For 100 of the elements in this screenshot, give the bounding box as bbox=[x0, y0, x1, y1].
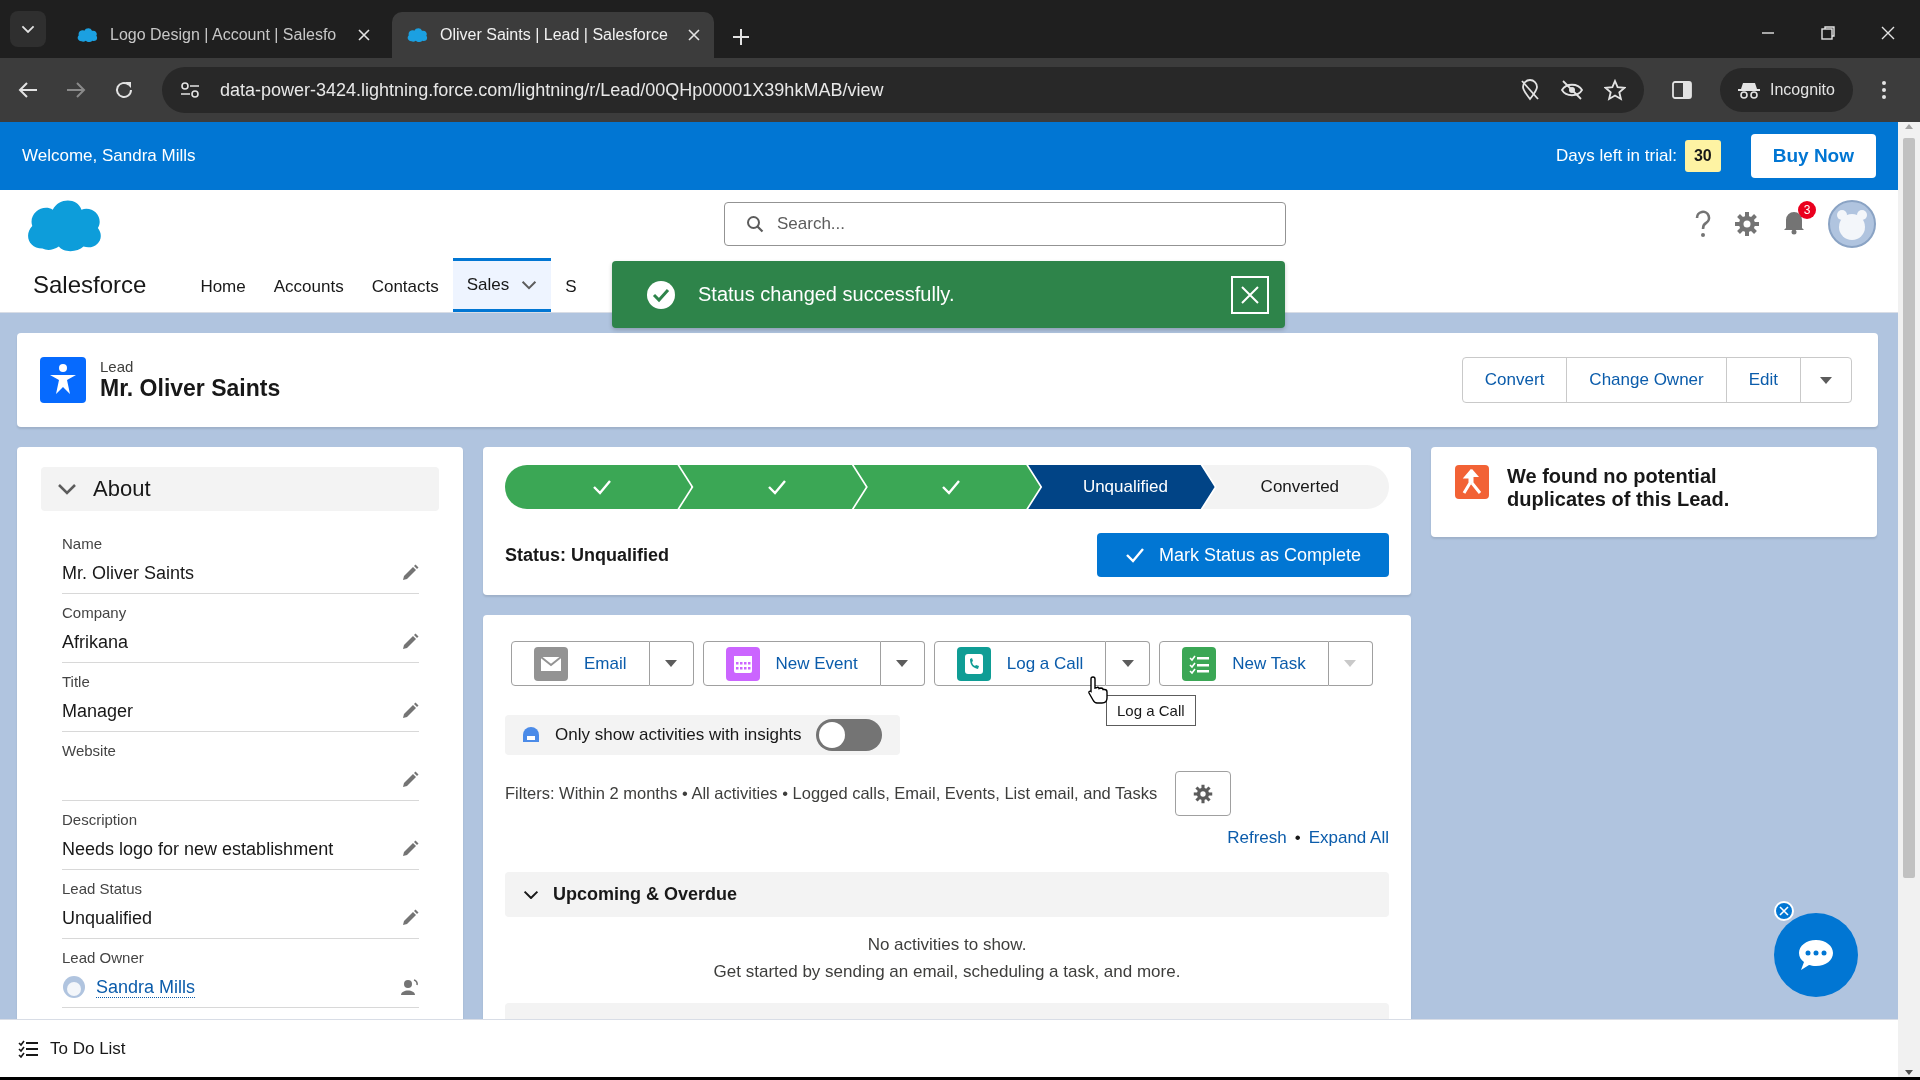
lead-icon bbox=[40, 357, 86, 403]
path-stage[interactable]: Unqualified bbox=[1028, 465, 1215, 509]
empty-message: No activities to show. bbox=[866, 934, 1028, 956]
new-tab-icon[interactable] bbox=[732, 28, 750, 46]
pencil-icon[interactable] bbox=[401, 909, 419, 927]
close-icon[interactable] bbox=[688, 29, 700, 41]
change-owner-icon[interactable] bbox=[401, 978, 419, 996]
close-button[interactable] bbox=[1231, 275, 1269, 314]
nav-tab[interactable]: S bbox=[551, 258, 591, 312]
close-icon[interactable] bbox=[1880, 25, 1896, 41]
field-label: Company bbox=[62, 604, 128, 621]
eye-off-icon[interactable] bbox=[1560, 80, 1584, 100]
call-icon bbox=[956, 646, 991, 681]
owner-link[interactable]: Sandra Mills bbox=[96, 976, 196, 998]
close-button[interactable] bbox=[1774, 901, 1794, 921]
filters-text: Filters: Within 2 months • All activities • Logged calls, Email, Events, List email, and Tasks bbox=[505, 784, 1158, 803]
activity-button[interactable]: Log a Call bbox=[933, 641, 1107, 686]
days-left-badge: 30 bbox=[1684, 140, 1721, 172]
link[interactable]: Refresh bbox=[1227, 828, 1287, 848]
merge-icon bbox=[1455, 465, 1489, 499]
pencil-icon[interactable] bbox=[401, 840, 419, 858]
field-label: Name bbox=[62, 535, 103, 552]
task-icon bbox=[1182, 646, 1217, 681]
reload-icon[interactable] bbox=[114, 80, 134, 100]
check-icon bbox=[1124, 547, 1145, 563]
incognito-indicator[interactable]: Incognito bbox=[1720, 68, 1853, 112]
filter-settings-button[interactable] bbox=[1175, 771, 1232, 816]
caret-icon bbox=[1819, 376, 1833, 385]
pencil-icon[interactable] bbox=[401, 633, 419, 651]
field-label: Title bbox=[62, 673, 91, 690]
toast-message: Status changed successfully. bbox=[698, 283, 956, 306]
insights-icon bbox=[521, 726, 541, 744]
todo-label[interactable]: To Do List bbox=[50, 1038, 126, 1059]
address-bar[interactable]: data-power-3424.lightning.force.com/lightning/r/Lead/00QHp00001X39hkMAB/view bbox=[162, 67, 1644, 113]
check-icon bbox=[941, 479, 961, 495]
bell-icon[interactable] bbox=[1782, 209, 1806, 235]
help-icon[interactable] bbox=[1694, 210, 1712, 238]
back-icon[interactable] bbox=[18, 81, 38, 99]
chevron-down-icon bbox=[523, 889, 539, 900]
section-header[interactable]: About bbox=[41, 467, 439, 511]
side-panel-icon[interactable] bbox=[1672, 81, 1692, 99]
more-icon[interactable] bbox=[1880, 80, 1887, 100]
mark-complete-button[interactable]: Mark Status as Complete bbox=[1097, 533, 1389, 577]
action-button[interactable]: Edit bbox=[1725, 357, 1801, 403]
cloud-icon bbox=[76, 27, 98, 43]
welcome-text: Welcome, Sandra Mills bbox=[22, 146, 196, 166]
nav-tab[interactable]: Sales bbox=[452, 258, 552, 312]
dropdown-button[interactable] bbox=[880, 641, 925, 686]
buy-now-button[interactable]: Buy Now bbox=[1750, 134, 1876, 178]
nav-tab[interactable]: Accounts bbox=[259, 258, 358, 312]
pencil-icon[interactable] bbox=[401, 771, 419, 789]
avatar-icon bbox=[62, 975, 86, 999]
nav-tab[interactable]: Home bbox=[186, 258, 260, 312]
browser-tab[interactable]: Logo Design | Account | Salesfo bbox=[62, 12, 384, 58]
caret-icon bbox=[895, 659, 910, 668]
checklist-icon[interactable] bbox=[18, 1039, 38, 1058]
location-off-icon[interactable] bbox=[1520, 79, 1540, 101]
toggle-switch[interactable] bbox=[815, 719, 882, 751]
restore-icon[interactable] bbox=[1820, 25, 1836, 41]
forward-icon[interactable] bbox=[66, 81, 86, 99]
trial-label: Days left in trial: bbox=[1556, 146, 1677, 166]
pencil-icon[interactable] bbox=[401, 564, 419, 582]
dropdown-button[interactable] bbox=[1106, 641, 1151, 686]
cloud-icon bbox=[406, 27, 428, 43]
tooltip: Log a Call bbox=[1106, 695, 1196, 726]
settings-icon[interactable] bbox=[1734, 211, 1760, 237]
duplicates-message: We found no potential duplicates of this Lead. bbox=[1507, 465, 1731, 511]
event-icon bbox=[725, 646, 760, 681]
empty-message: Get started by sending an email, scheduling a task, and more. bbox=[712, 961, 1182, 983]
tab-search-button[interactable] bbox=[10, 11, 46, 47]
activity-button[interactable]: Email bbox=[511, 641, 650, 686]
chevron-down-icon[interactable] bbox=[521, 280, 538, 290]
field-value: Manager bbox=[62, 700, 134, 721]
activity-button[interactable]: New Task bbox=[1159, 641, 1329, 686]
search-field[interactable]: Search... bbox=[724, 202, 1286, 246]
section-header[interactable]: Upcoming & Overdue bbox=[505, 872, 1389, 917]
activity-button[interactable]: New Event bbox=[702, 641, 881, 686]
email-icon bbox=[534, 646, 568, 681]
pointer-cursor-icon bbox=[1087, 675, 1109, 705]
close-icon[interactable] bbox=[358, 29, 370, 41]
search-icon bbox=[746, 215, 764, 233]
scroll-down-icon[interactable] bbox=[1904, 1067, 1914, 1077]
incognito-icon bbox=[1738, 81, 1760, 99]
chevron-down-icon bbox=[21, 24, 35, 34]
close-icon bbox=[1240, 284, 1260, 305]
caret-icon bbox=[664, 659, 678, 668]
action-button[interactable]: Convert bbox=[1461, 357, 1568, 403]
field-value: Mr. Oliver Saints bbox=[62, 562, 195, 583]
dropdown-button[interactable] bbox=[649, 641, 694, 686]
link[interactable]: Expand All bbox=[1308, 828, 1389, 848]
avatar-icon[interactable] bbox=[1828, 200, 1876, 248]
scrollbar-thumb[interactable] bbox=[1903, 138, 1915, 878]
browser-tab[interactable]: Oliver Saints | Lead | Salesforce bbox=[392, 12, 714, 58]
check-icon bbox=[766, 479, 787, 495]
nav-tab[interactable]: Contacts bbox=[357, 258, 453, 312]
site-settings-icon[interactable] bbox=[180, 82, 200, 98]
pencil-icon[interactable] bbox=[401, 702, 419, 720]
path-stage[interactable]: Converted bbox=[1202, 465, 1390, 509]
action-button[interactable]: Change Owner bbox=[1566, 357, 1727, 403]
star-icon[interactable] bbox=[1604, 79, 1626, 101]
